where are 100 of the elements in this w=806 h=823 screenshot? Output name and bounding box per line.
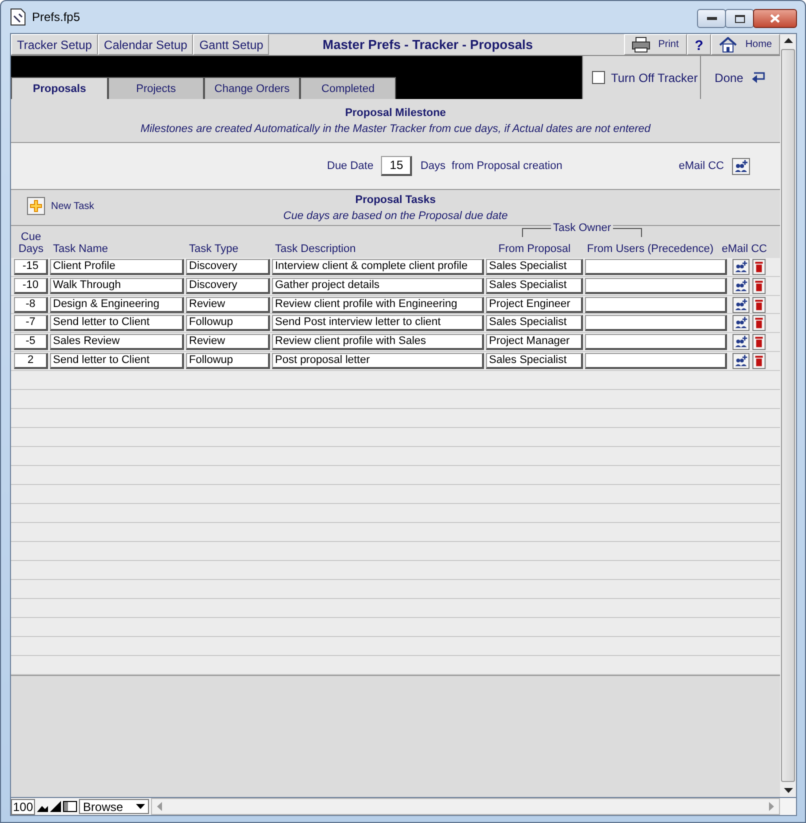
section-title: Proposal Milestone xyxy=(345,106,446,118)
from-users-field[interactable] xyxy=(585,315,727,332)
tab[interactable]: Projects xyxy=(108,77,204,99)
email-cc-button[interactable] xyxy=(732,334,750,350)
nav-button[interactable]: Gantt Setup xyxy=(193,34,270,55)
delete-button[interactable] xyxy=(752,258,766,275)
help-button[interactable]: ? xyxy=(686,34,712,55)
task-description-field[interactable]: Gather project details xyxy=(272,278,484,294)
people-add-icon xyxy=(732,278,750,294)
people-add-icon xyxy=(732,353,750,370)
task-name-field[interactable]: Send letter to Client xyxy=(50,353,184,370)
task-owner-field[interactable]: Sales Specialist xyxy=(486,278,583,294)
task-type-field[interactable]: Followup xyxy=(186,315,270,332)
minimize-icon xyxy=(706,16,716,20)
task-owner-field[interactable]: Project Engineer xyxy=(486,296,583,313)
email-cc-button[interactable] xyxy=(732,278,750,294)
task-name-field[interactable]: Client Profile xyxy=(50,258,184,275)
from-users-field[interactable] xyxy=(585,278,727,294)
email-cc-button[interactable] xyxy=(732,258,750,275)
delete-button[interactable] xyxy=(752,353,766,370)
page-title: Master Prefs - Tracker - Proposals xyxy=(322,36,534,54)
tab[interactable]: Change Orders xyxy=(204,77,300,99)
task-description-field[interactable]: Review client profile with Sales xyxy=(272,334,484,350)
task-description-field[interactable]: Review client profile with Engineering xyxy=(272,296,484,313)
cue-days-field[interactable]: 2 xyxy=(14,353,48,370)
people-add-icon xyxy=(732,315,750,332)
delete-button[interactable] xyxy=(752,278,766,294)
tab[interactable]: Completed xyxy=(300,77,396,99)
delete-button[interactable] xyxy=(752,296,766,313)
task-type-field[interactable]: Discovery xyxy=(186,278,270,294)
task-name-field[interactable]: Walk Through xyxy=(50,278,184,294)
scroll-down-icon xyxy=(784,788,792,793)
cue-days-field[interactable]: -7 xyxy=(14,315,48,332)
done-button[interactable]: Done xyxy=(700,56,780,99)
trash-icon xyxy=(752,334,766,350)
task-type-field[interactable]: Review xyxy=(186,334,270,350)
zoom-in-icon xyxy=(50,801,62,812)
task-type-field[interactable]: Review xyxy=(186,296,270,313)
task-name-field[interactable]: Design & Engineering xyxy=(50,296,184,313)
delete-button[interactable] xyxy=(752,315,766,332)
turn-off-tracker-checkbox[interactable]: Turn Off Tracker xyxy=(582,56,700,99)
cue-days-field[interactable]: -5 xyxy=(14,334,48,350)
task-description-field[interactable]: Interview client & complete client profile xyxy=(272,258,484,275)
from-users-field[interactable] xyxy=(585,334,727,350)
section-title: Proposal Tasks xyxy=(355,194,436,206)
email-cc-button[interactable] xyxy=(732,353,750,370)
window-title: Prefs.fp5 xyxy=(32,10,80,24)
due-days-label: Days from Proposal creation xyxy=(420,160,562,172)
people-add-icon xyxy=(732,158,750,174)
plus-icon xyxy=(27,197,45,215)
scroll-left-icon xyxy=(157,802,162,811)
maximize-button[interactable] xyxy=(725,9,754,28)
return-arrow-icon xyxy=(751,71,766,83)
task-type-field[interactable]: Followup xyxy=(186,353,270,370)
new-task-button[interactable]: New Task xyxy=(27,197,94,215)
horizontal-scrollbar[interactable] xyxy=(151,798,780,815)
print-button[interactable]: Print xyxy=(624,34,687,55)
printer-icon xyxy=(632,36,650,52)
task-owner-field[interactable]: Project Manager xyxy=(486,334,583,350)
zoom-level[interactable]: 100 xyxy=(11,798,36,814)
column-header: eMail CC xyxy=(722,243,767,255)
tab[interactable]: Proposals xyxy=(11,77,108,99)
column-header: Task Description xyxy=(275,243,356,255)
dropdown-caret-icon xyxy=(136,804,146,809)
close-button[interactable] xyxy=(753,9,797,28)
section-note: Cue days are based on the Proposal due date xyxy=(283,210,508,222)
email-cc-button[interactable] xyxy=(732,296,750,313)
from-users-field[interactable] xyxy=(585,353,727,370)
status-area-icon xyxy=(63,801,78,812)
vertical-scrollbar[interactable] xyxy=(780,34,796,797)
minimize-button[interactable] xyxy=(697,9,726,28)
email-cc-button[interactable] xyxy=(732,158,750,174)
task-name-field[interactable]: Sales Review xyxy=(50,334,184,350)
cue-days-field[interactable]: -15 xyxy=(14,258,48,275)
maximize-icon xyxy=(734,14,744,22)
task-owner-field[interactable]: Sales Specialist xyxy=(486,353,583,370)
column-header: From Users (Precedence) xyxy=(587,243,714,255)
cue-days-field[interactable]: -10 xyxy=(14,278,48,294)
house-icon xyxy=(719,36,738,52)
from-users-field[interactable] xyxy=(585,296,727,313)
nav-button[interactable]: Tracker Setup xyxy=(11,34,98,55)
due-days-field[interactable]: 15 xyxy=(381,156,412,176)
scroll-up-icon xyxy=(784,38,792,43)
trash-icon xyxy=(752,278,766,294)
delete-button[interactable] xyxy=(752,334,766,350)
task-description-field[interactable]: Send Post interview letter to client xyxy=(272,315,484,332)
task-description-field[interactable]: Post proposal letter xyxy=(272,353,484,370)
task-type-field[interactable]: Discovery xyxy=(186,258,270,275)
from-users-field[interactable] xyxy=(585,258,727,275)
home-button[interactable]: Home xyxy=(711,34,780,55)
email-cc-button[interactable] xyxy=(732,315,750,332)
scroll-right-icon xyxy=(769,802,774,811)
cue-days-field[interactable]: -8 xyxy=(14,296,48,313)
task-name-field[interactable]: Send letter to Client xyxy=(50,315,184,332)
column-header: Task Type xyxy=(189,243,238,255)
task-owner-field[interactable]: Sales Specialist xyxy=(486,315,583,332)
nav-button[interactable]: Calendar Setup xyxy=(98,34,194,55)
email-cc-label: eMail CC xyxy=(678,160,724,172)
mode-dropdown[interactable]: Browse xyxy=(79,799,150,814)
task-owner-field[interactable]: Sales Specialist xyxy=(486,258,583,275)
